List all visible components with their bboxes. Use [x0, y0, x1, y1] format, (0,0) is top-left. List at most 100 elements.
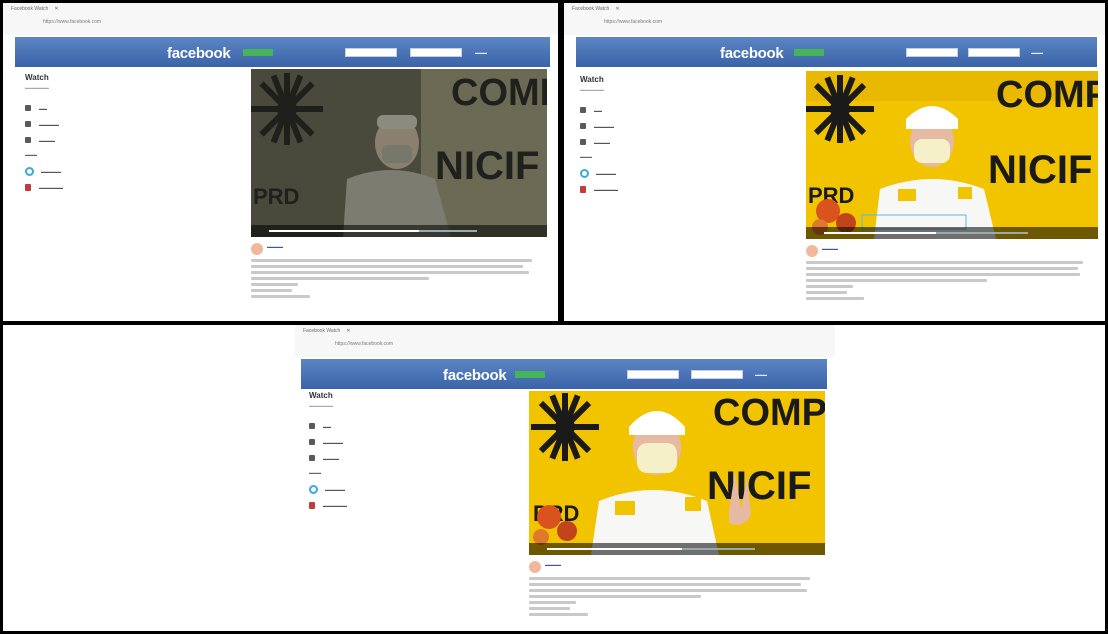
video-post: ▬▬▬▬: [806, 245, 1098, 319]
sidebar-item-saved[interactable]: ▬▬▬▬: [309, 450, 419, 466]
sign-text-top: COMPI: [451, 72, 547, 114]
facebook-logo[interactable]: facebook: [167, 45, 231, 62]
avatar[interactable]: [529, 561, 541, 573]
search-watch-input[interactable]: ▬▬▬▬▬▬: [25, 85, 135, 90]
post-author[interactable]: ▬▬▬▬: [267, 244, 283, 249]
close-tab-icon[interactable]: ✕: [615, 6, 619, 12]
login-button[interactable]: ▬▬▬: [755, 372, 767, 377]
sidebar-item-home[interactable]: ▬▬: [25, 100, 135, 116]
password-login-field[interactable]: [968, 43, 1020, 57]
video-player[interactable]: COMPI NICIF PRD: [251, 69, 547, 237]
video-frame: COMPI NICIF PRD: [251, 69, 547, 237]
video-player[interactable]: COMPI NICIF PRD: [529, 391, 825, 555]
facebook-top-bar: facebook ▬▬▬: [301, 359, 827, 389]
close-tab-icon[interactable]: ✕: [54, 6, 58, 12]
sign-text-top: COMPI: [996, 74, 1098, 116]
watch-heading: Watch: [309, 391, 333, 400]
email-login-field[interactable]: [345, 43, 397, 57]
following-subheading: ▬▬▬: [25, 152, 37, 157]
home-icon: [25, 105, 31, 111]
signup-button[interactable]: [243, 49, 273, 56]
home-icon: [580, 107, 586, 113]
sign-text-side: NICIF: [988, 148, 1092, 192]
sidebar-item-page[interactable]: ▬▬▬▬▬: [25, 163, 135, 179]
prd-sun-logo: [806, 75, 874, 143]
signup-button[interactable]: [794, 49, 824, 56]
avatar[interactable]: [806, 245, 818, 257]
password-login-field[interactable]: [691, 365, 743, 379]
screenshot-panel-1: Facebook Watch ✕ https://www.facebook.com…: [0, 0, 561, 324]
saved-icon: [580, 139, 586, 145]
page-icon: [309, 484, 318, 494]
browser-chrome: Facebook Watch ✕ https://www.facebook.com: [3, 3, 558, 35]
close-tab-icon[interactable]: ✕: [346, 328, 350, 334]
search-watch-input[interactable]: ▬▬▬▬▬▬: [309, 403, 419, 408]
video-post: ▬▬▬▬: [251, 243, 547, 319]
video-progress-bar[interactable]: [824, 232, 1028, 234]
watch-sidebar: Watch ▬▬▬▬▬▬ ▬▬ ▬▬▬▬▬ ▬▬▬▬ ▬▬▬ ▬▬▬▬▬ ▬▬▬…: [580, 75, 690, 197]
speaker-mask: [914, 139, 950, 163]
sidebar-item-live[interactable]: ▬▬▬▬▬: [309, 434, 419, 450]
watch-heading: Watch: [25, 73, 49, 82]
post-author[interactable]: ▬▬▬▬: [822, 246, 838, 251]
page-icon: [580, 168, 589, 178]
following-subheading: ▬▬▬: [580, 154, 592, 159]
facebook-top-bar: facebook ▬▬▬: [576, 37, 1097, 67]
sidebar-item-saved[interactable]: ▬▬▬▬: [25, 132, 135, 148]
sidebar-item-person[interactable]: ▬▬▬▬▬▬: [25, 179, 135, 195]
sidebar-item-page[interactable]: ▬▬▬▬▬: [580, 165, 690, 181]
video-progress-bar[interactable]: [269, 230, 477, 232]
avatar[interactable]: [251, 243, 263, 255]
prd-sun-logo: [251, 73, 323, 145]
live-icon: [25, 121, 31, 127]
email-login-field[interactable]: [627, 365, 679, 379]
video-controls[interactable]: [251, 225, 547, 237]
video-frame: COMPI NICIF PRD: [806, 71, 1098, 239]
home-icon: [309, 423, 315, 429]
browser-tab[interactable]: Facebook Watch ✕: [572, 6, 692, 16]
sidebar-item-person[interactable]: ▬▬▬▬▬▬: [580, 181, 690, 197]
browser-chrome: Facebook Watch ✕ https://www.facebook.com: [295, 325, 835, 357]
watch-heading: Watch: [580, 75, 604, 84]
browser-tab[interactable]: Facebook Watch ✕: [303, 328, 423, 338]
person-icon: [25, 183, 31, 191]
login-button[interactable]: ▬▬▬: [1031, 50, 1043, 55]
address-bar[interactable]: https://www.facebook.com: [604, 19, 1045, 29]
login-button[interactable]: ▬▬▬: [475, 50, 487, 55]
search-watch-input[interactable]: ▬▬▬▬▬▬: [580, 87, 690, 92]
sidebar-item-home[interactable]: ▬▬: [580, 102, 690, 118]
sign-text-side: NICIF: [435, 144, 539, 188]
watch-sidebar: Watch ▬▬▬▬▬▬ ▬▬ ▬▬▬▬▬ ▬▬▬▬ ▬▬▬ ▬▬▬▬▬ ▬▬▬…: [25, 73, 135, 195]
screenshot-panel-3: Facebook Watch ✕ https://www.facebook.com…: [0, 322, 1108, 634]
screenshot-panel-2: Facebook Watch ✕ https://www.facebook.com…: [561, 0, 1108, 324]
post-text: [806, 261, 1098, 303]
video-controls[interactable]: [529, 543, 825, 555]
live-icon: [580, 123, 586, 129]
email-login-field[interactable]: [906, 43, 958, 57]
sign-text-party: PRD: [253, 184, 299, 209]
sidebar-item-live[interactable]: ▬▬▬▬▬: [580, 118, 690, 134]
video-frame: COMPI NICIF PRD: [529, 391, 825, 555]
video-player[interactable]: COMPI NICIF PRD: [806, 71, 1098, 239]
video-controls[interactable]: [806, 227, 1098, 239]
watch-sidebar: Watch ▬▬▬▬▬▬ ▬▬ ▬▬▬▬▬ ▬▬▬▬ ▬▬▬ ▬▬▬▬▬ ▬▬▬…: [309, 391, 419, 513]
post-text: [251, 259, 547, 301]
browser-tab[interactable]: Facebook Watch ✕: [11, 6, 131, 16]
address-bar[interactable]: https://www.facebook.com: [335, 341, 775, 351]
sidebar-item-page[interactable]: ▬▬▬▬▬: [309, 481, 419, 497]
signup-button[interactable]: [515, 371, 545, 378]
live-icon: [309, 439, 315, 445]
sidebar-item-home[interactable]: ▬▬: [309, 418, 419, 434]
sidebar-item-person[interactable]: ▬▬▬▬▬▬: [309, 497, 419, 513]
video-progress-bar[interactable]: [547, 548, 755, 550]
sidebar-item-live[interactable]: ▬▬▬▬▬: [25, 116, 135, 132]
post-author[interactable]: ▬▬▬▬: [545, 562, 561, 567]
browser-chrome: Facebook Watch ✕ https://www.facebook.com: [564, 3, 1105, 35]
person-icon: [309, 501, 315, 509]
password-login-field[interactable]: [410, 43, 462, 57]
facebook-logo[interactable]: facebook: [443, 367, 507, 384]
address-bar[interactable]: https://www.facebook.com: [43, 19, 498, 29]
sidebar-item-saved[interactable]: ▬▬▬▬: [580, 134, 690, 150]
saved-icon: [25, 137, 31, 143]
facebook-logo[interactable]: facebook: [720, 45, 784, 62]
